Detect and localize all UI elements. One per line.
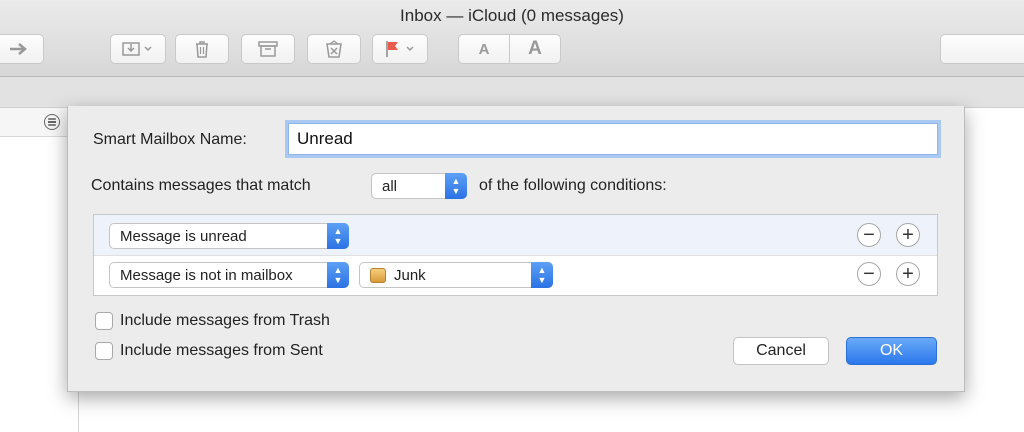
flag-button[interactable] — [372, 34, 428, 64]
chevron-updown-icon: ▲ ▼ — [327, 223, 349, 249]
condition-row: Message is not in mailbox ▲ ▼ Junk ▲ ▼ − + — [94, 255, 937, 295]
condition-row: Message is unread ▲ ▼ − + — [94, 215, 937, 256]
junk-mailbox-icon — [370, 267, 386, 283]
plus-icon: + — [902, 263, 914, 285]
increase-font-button[interactable]: A — [509, 34, 561, 64]
minus-icon: − — [863, 224, 875, 246]
archive-button[interactable] — [241, 34, 295, 64]
chevron-updown-icon: ▲ ▼ — [327, 262, 349, 288]
search-field[interactable] — [940, 34, 1024, 64]
mailbox-name-input[interactable] — [288, 123, 938, 155]
add-condition-button[interactable]: + — [896, 223, 920, 247]
forward-button[interactable] — [0, 34, 44, 64]
cancel-button[interactable]: Cancel — [733, 337, 829, 365]
match-type-popup[interactable]: all ▲ ▼ — [371, 173, 467, 199]
window-title: Inbox — iCloud (0 messages) — [400, 6, 624, 25]
include-trash-label: Include messages from Trash — [120, 312, 330, 329]
junk-bin-icon — [326, 40, 342, 58]
include-trash-checkbox[interactable] — [95, 312, 113, 330]
move-to-mailbox-button[interactable] — [110, 34, 166, 64]
match-suffix-label: of the following conditions: — [479, 177, 667, 194]
minus-icon: − — [863, 263, 875, 285]
add-condition-button[interactable]: + — [896, 262, 920, 286]
match-prefix-label: Contains messages that match — [91, 177, 311, 194]
plus-icon: + — [902, 224, 914, 246]
junk-button[interactable] — [307, 34, 361, 64]
archive-box-icon — [258, 41, 278, 57]
tray-download-icon — [122, 42, 152, 56]
flag-icon — [386, 41, 414, 57]
mailbox-value: Junk — [394, 266, 426, 284]
mailbox-popup[interactable]: Junk ▲ ▼ — [359, 262, 553, 288]
include-sent-checkbox[interactable] — [95, 342, 113, 360]
smart-mailbox-sheet: Smart Mailbox Name: Contains messages th… — [67, 106, 965, 392]
remove-condition-button[interactable]: − — [857, 262, 881, 286]
favorites-bar — [0, 77, 1024, 108]
trash-icon — [196, 41, 208, 58]
criterion-popup[interactable]: Message is unread ▲ ▼ — [109, 223, 349, 249]
delete-button[interactable] — [175, 34, 229, 64]
criterion-value: Message is unread — [120, 227, 247, 245]
chevron-updown-icon: ▲ ▼ — [531, 262, 553, 288]
conditions-list: Message is unread ▲ ▼ − + Message is not … — [93, 214, 938, 296]
filter-icon[interactable] — [44, 114, 60, 130]
name-label: Smart Mailbox Name: — [93, 131, 247, 148]
remove-condition-button[interactable]: − — [857, 223, 881, 247]
window-titlebar: Inbox — iCloud (0 messages) A A — [0, 0, 1024, 77]
decrease-font-button[interactable]: A — [458, 34, 510, 64]
criterion-popup[interactable]: Message is not in mailbox ▲ ▼ — [109, 262, 349, 288]
font-small-label: A — [478, 40, 490, 58]
chevron-updown-icon: ▲ ▼ — [445, 173, 467, 199]
criterion-value: Message is not in mailbox — [120, 266, 293, 284]
ok-button[interactable]: OK — [846, 337, 937, 365]
include-sent-label: Include messages from Sent — [120, 342, 323, 359]
arrow-right-icon — [10, 43, 27, 55]
match-type-value: all — [382, 177, 398, 195]
font-large-label: A — [528, 38, 542, 59]
